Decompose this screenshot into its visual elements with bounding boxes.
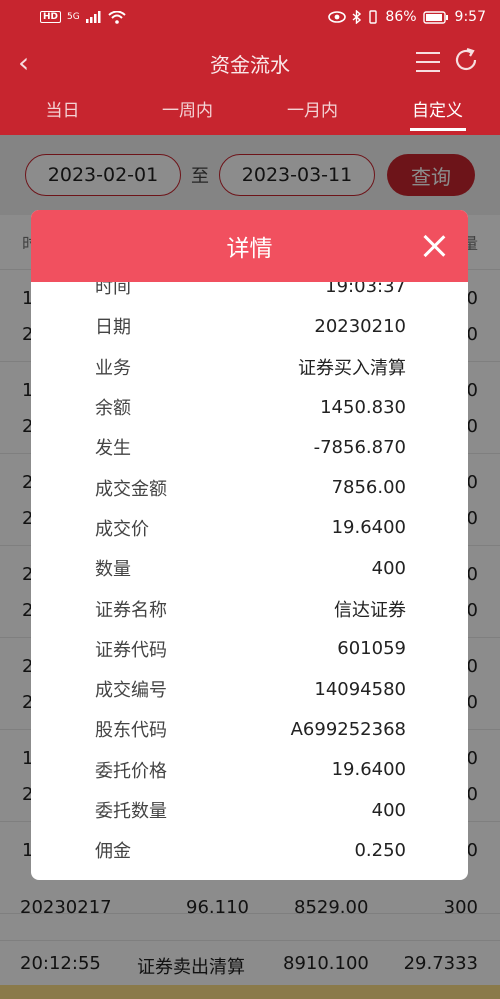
detail-value: A699252368 [290,718,406,740]
status-bar: HD 5G 86% 9:57 [0,0,500,34]
detail-row: 成交金额 7856.00 [31,467,468,507]
detail-row: 数量 400 [31,548,468,588]
detail-modal: 详情 时间 19:03:37 日期 20230210 业务 证券买入清算余额 1450.83… [31,210,468,880]
tab-week[interactable]: 一周内 [125,92,250,135]
battery-percent: 86% [385,9,417,25]
wifi-icon [108,10,126,24]
tab-custom[interactable]: 自定义 [375,92,500,135]
detail-label: 成交金额 [95,478,167,500]
detail-value: 20230210 [314,315,406,337]
detail-label: 发生 [95,438,131,460]
detail-label: 余额 [95,398,131,420]
detail-label: 成交价 [95,518,149,540]
menu-icon[interactable] [416,52,440,72]
modal-body[interactable]: 时间 19:03:37 日期 20230210 业务 证券买入清算余额 1450.830 发生… [31,282,468,880]
app-header: HD 5G 86% 9:57 ‹ 资金流水 当日 一周内 一月内 自定义 [0,0,500,135]
detail-value: 0.250 [354,839,406,861]
detail-row: 委托价格 19.6400 [31,750,468,790]
detail-value: -7856.870 [313,436,406,458]
detail-value: 7856.00 [331,477,406,499]
detail-row: 业务 证券买入清算 [31,347,468,387]
signal-icon [85,11,101,23]
detail-value: 601059 [337,638,406,660]
detail-value: 证券买入清算 [298,357,406,379]
page-title: 资金流水 [210,52,290,77]
detail-label: 委托数量 [95,801,167,822]
eye-icon [328,11,347,23]
refresh-icon[interactable] [452,46,480,74]
detail-row: 委托数量 400 [31,790,468,830]
modal-title: 详情 [226,236,273,262]
detail-row: 股东代码 A699252368 [31,709,468,749]
tab-month[interactable]: 一月内 [250,92,375,135]
detail-row: 发生 -7856.870 [31,427,468,467]
modal-header: 详情 [31,210,468,282]
detail-value: 1450.830 [320,396,406,418]
detail-value: 信达证券 [334,599,406,621]
detail-row: 时间 19:03:37 [31,282,468,306]
detail-label: 佣金 [95,841,131,863]
detail-label: 日期 [95,317,131,339]
detail-row: 成交编号 14094580 [31,669,468,709]
battery-icon [422,10,448,24]
detail-label: 业务 [95,357,131,379]
detail-row: 余额 1450.830 [31,387,468,427]
bottom-strip [0,985,500,999]
detail-label: 数量 [95,559,131,581]
detail-row: 证券代码 601059 [31,629,468,669]
detail-row: 佣金 0.250 [31,830,468,870]
detail-label: 成交编号 [95,680,167,702]
detail-label: 时间 [95,282,131,299]
vibrate-icon [369,10,378,24]
detail-value: 19:03:37 [325,282,406,297]
nav-bar: ‹ 资金流水 [0,34,500,92]
detail-label: 股东代码 [95,720,167,742]
detail-label: 委托价格 [95,760,167,782]
detail-value: 400 [371,557,406,579]
network-label: 5G [67,12,80,22]
detail-row: 日期 20230210 [31,306,468,346]
detail-value: 19.6400 [331,517,406,539]
bluetooth-icon [352,10,362,24]
detail-value: 14094580 [314,678,406,700]
detail-value: 400 [371,799,406,821]
back-icon[interactable]: ‹ [18,46,29,79]
detail-label: 证券名称 [95,599,167,621]
tab-today[interactable]: 当日 [0,92,125,135]
clock: 9:57 [454,9,486,25]
detail-value: 19.6400 [331,759,406,781]
detail-row: 证券名称 信达证券 [31,588,468,628]
hd-badge: HD [40,11,62,23]
detail-label: 证券代码 [95,639,167,661]
close-icon[interactable] [420,232,448,260]
period-tabs: 当日 一周内 一月内 自定义 [0,92,500,135]
detail-row: 成交价 19.6400 [31,508,468,548]
